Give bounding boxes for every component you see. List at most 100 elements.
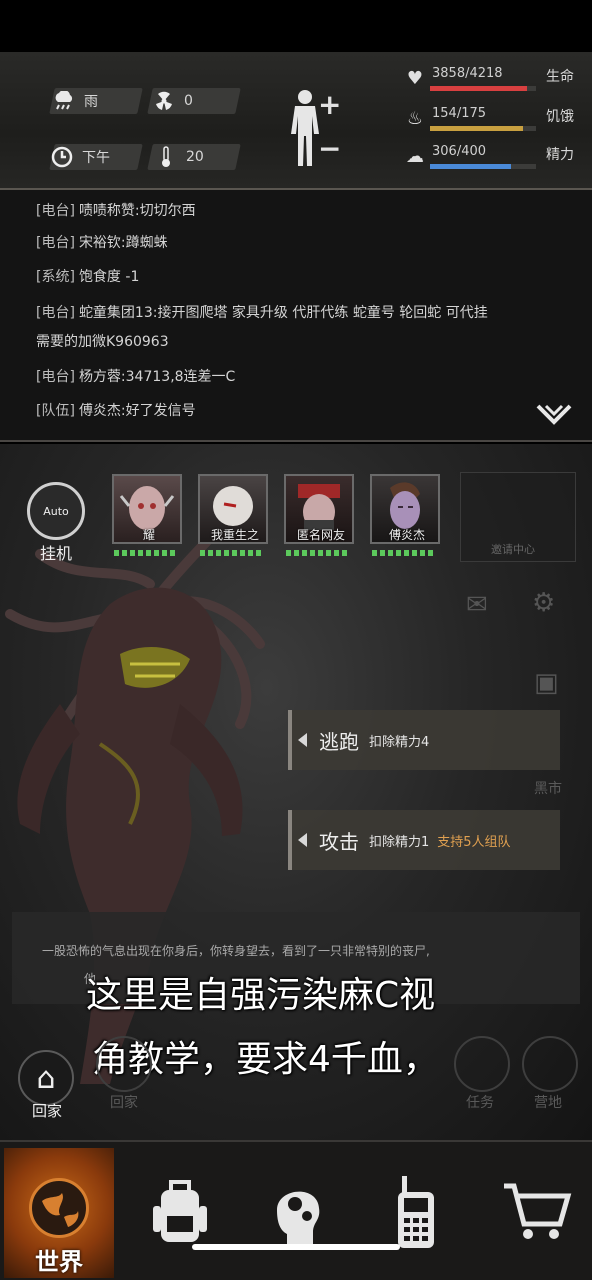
nav-backpack[interactable] — [124, 1142, 236, 1280]
energy-label: 精力 — [546, 147, 574, 163]
flee-button[interactable]: 逃跑 扣除精力4 — [288, 710, 560, 770]
auto-icon: Auto — [27, 482, 85, 540]
weather-chip: 雨 — [52, 88, 98, 114]
nav-world-label: 世界 — [35, 1248, 83, 1276]
description-line-1: 一股恐怖的气息出现在你身后，你转身望去，看到了一只非常特别的丧尸, — [42, 944, 430, 958]
attack-cost: 扣除精力1 — [369, 834, 430, 850]
auto-label: 挂机 — [39, 544, 72, 563]
party-member-name: 傅炎杰 — [388, 528, 425, 542]
health-pips — [284, 550, 356, 556]
temperature-value: 20 — [186, 149, 204, 165]
house-icon: ⌂ — [18, 1050, 74, 1106]
log-line: [队伍] 傅炎杰:好了发信号 — [36, 403, 196, 419]
gift-icon[interactable]: ▣ — [534, 668, 559, 698]
attack-team-note: 支持5人组队 — [437, 834, 511, 850]
nav-shop[interactable] — [480, 1142, 592, 1280]
plus-icon[interactable]: + — [318, 88, 341, 121]
globe-icon — [29, 1178, 89, 1238]
time-label: 下午 — [82, 150, 110, 166]
health-value: 3858/4218 — [432, 66, 503, 81]
clock-icon — [50, 145, 74, 169]
party-member-name: 我重生之 — [210, 528, 259, 542]
health-pips — [370, 550, 442, 556]
radiation-value: 0 — [184, 93, 193, 109]
body-figure-icon[interactable] — [288, 88, 322, 168]
minus-icon[interactable]: − — [318, 132, 341, 165]
subtitle-line-1: 这里是自强污染麻C视 — [86, 975, 436, 1016]
black-market-label[interactable]: 黑市 — [534, 778, 562, 798]
attack-label: 攻击 — [319, 829, 359, 854]
party-member-name: 匿名网友 — [296, 528, 345, 542]
status-panel: 雨 0 下午 20 + − ♥ 3858/4218 生命 ♨ 154/175 饥… — [0, 52, 592, 190]
brain-icon: ☁ — [406, 146, 424, 167]
energy-bar — [430, 164, 536, 169]
invite-slot[interactable]: 邀请中心 — [460, 472, 576, 562]
stomach-icon: ♨ — [406, 108, 424, 129]
rain-cloud-icon — [52, 89, 76, 113]
party-member[interactable]: 匿名网友 — [284, 474, 356, 568]
go-home-button[interactable]: ⌂ 回家 — [18, 1050, 76, 1130]
caret-left-icon — [298, 833, 307, 847]
energy-value: 306/400 — [432, 144, 487, 159]
log-line: [电台] 杨方蓉:34713,8连差一C — [36, 369, 236, 385]
hunger-bar — [430, 126, 536, 131]
status-bar-area — [0, 0, 592, 52]
avatar: 傅炎杰 — [370, 474, 440, 544]
avatar: 匿名网友 — [284, 474, 354, 544]
log-line: [系统] 饱食度 -1 — [36, 269, 140, 285]
health-pips — [112, 550, 184, 556]
backpack-icon — [153, 1180, 207, 1242]
heart-icon: ♥ — [406, 68, 424, 89]
hunger-value: 154/175 — [432, 106, 487, 121]
invite-slot-label: 邀请中心 — [491, 543, 535, 556]
log-line: 需要的加微K960963 — [36, 334, 169, 350]
avatar: 我重生之 — [198, 474, 268, 544]
party-member[interactable]: 傅炎杰 — [370, 474, 442, 568]
nav-world[interactable]: 世界 — [4, 1148, 114, 1278]
log-line: [电台] 蛇童集团13:接开图爬塔 家具升级 代肝代练 蛇童号 轮回蛇 可代挂 — [36, 305, 488, 321]
hunger-row: ♨ 154/175 饥饿 — [404, 106, 584, 136]
nav-radio[interactable] — [360, 1142, 472, 1280]
party-member-name: 耀 — [142, 528, 155, 542]
hunger-bar-fill — [430, 126, 524, 131]
attack-button[interactable]: 攻击 扣除精力1 支持5人组队 — [288, 810, 560, 870]
party-member[interactable]: 耀 — [112, 474, 184, 568]
chevron-down-icon[interactable] — [536, 400, 572, 430]
walkie-talkie-icon — [398, 1176, 434, 1248]
home-indicator[interactable] — [192, 1244, 400, 1250]
mission-button[interactable] — [454, 1036, 510, 1092]
faded-home-button[interactable] — [96, 1036, 152, 1092]
hunger-label: 饥饿 — [546, 109, 574, 125]
time-chip: 下午 — [50, 144, 110, 170]
mission-label: 任务 — [466, 1095, 494, 1111]
weather-label: 雨 — [84, 94, 98, 110]
nav-skills[interactable] — [242, 1142, 354, 1280]
camp-label: 营地 — [534, 1095, 562, 1111]
temperature-chip: 20 — [154, 144, 204, 170]
auto-idle-button[interactable]: Auto 挂机 — [24, 482, 88, 563]
thermometer-icon — [154, 145, 178, 169]
message-log[interactable]: [电台] 啧啧称赞:切切尔西 [电台] 宋裕钦:蹲蜘蛛 [系统] 饱食度 -1 [电台… — [0, 190, 592, 442]
mail-icon[interactable]: ✉ — [466, 590, 488, 620]
energy-row: ☁ 306/400 精力 — [404, 144, 584, 174]
bottom-nav: 世界 — [0, 1140, 592, 1280]
caret-left-icon — [298, 733, 307, 747]
flee-label: 逃跑 — [319, 729, 359, 754]
radiation-icon — [152, 89, 176, 113]
health-bar-fill — [430, 86, 527, 91]
faded-home-label: 回家 — [110, 1095, 138, 1111]
radiation-chip: 0 — [152, 88, 193, 114]
camp-button[interactable] — [522, 1036, 578, 1092]
health-label: 生命 — [546, 69, 574, 85]
cart-icon — [504, 1183, 572, 1239]
go-home-label: 回家 — [31, 1102, 62, 1120]
health-row: ♥ 3858/4218 生命 — [404, 66, 584, 96]
flee-cost: 扣除精力4 — [369, 734, 430, 750]
health-pips — [198, 550, 270, 556]
gear-icon[interactable]: ⚙ — [532, 588, 555, 618]
health-bar — [430, 86, 536, 91]
avatar: 耀 — [112, 474, 182, 544]
party-member[interactable]: 我重生之 — [198, 474, 270, 568]
log-line: [电台] 宋裕钦:蹲蜘蛛 — [36, 235, 168, 251]
head-gears-icon — [277, 1191, 320, 1244]
